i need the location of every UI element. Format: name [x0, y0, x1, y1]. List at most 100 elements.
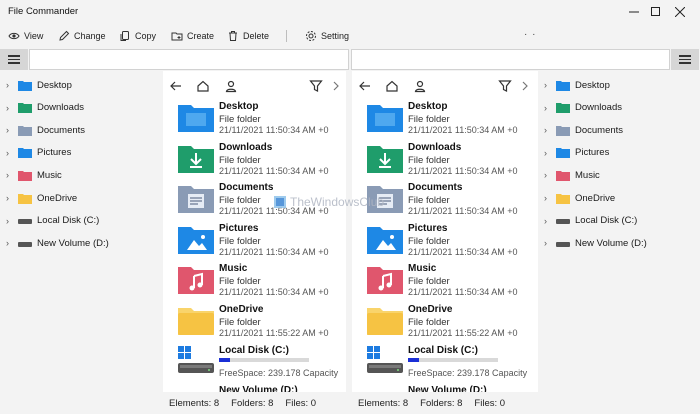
onedrive-folder-icon: [18, 193, 32, 204]
files-count: Files: 0: [285, 397, 317, 409]
item-name: Music: [408, 263, 437, 275]
create-button[interactable]: Create: [171, 27, 214, 45]
chevron-right-icon[interactable]: ›: [544, 125, 556, 135]
back-arrow-icon[interactable]: [169, 79, 183, 93]
item-type: File folder: [219, 276, 261, 288]
item-type: File folder: [408, 154, 450, 166]
gear-icon: [306, 31, 316, 41]
filter-icon[interactable]: [498, 79, 512, 93]
tree-item-music[interactable]: › Music: [6, 165, 62, 185]
tree-item-onedrive[interactable]: › OneDrive: [6, 188, 77, 208]
view-button[interactable]: View: [8, 27, 43, 45]
tree-item-local-disk-c[interactable]: › Local Disk (C:): [544, 211, 637, 231]
item-type: File folder: [408, 195, 450, 207]
list-item[interactable]: OneDrive File folder 21/11/2021 11:55:22 A…: [163, 302, 346, 342]
item-date: 21/11/2021 11:50:34 AM +0: [408, 287, 518, 298]
drive-item[interactable]: Local Disk (C:) FreeSpace: 239.178 Capaci…: [163, 343, 346, 383]
list-item[interactable]: Pictures File folder 21/11/2021 11:50:34 A…: [352, 221, 538, 261]
chevron-right-icon[interactable]: ›: [6, 238, 18, 248]
tree-item-label: Downloads: [37, 102, 84, 114]
view-label: View: [24, 31, 44, 41]
tree-item-music[interactable]: › Music: [544, 165, 600, 185]
chevron-right-icon[interactable]: ›: [6, 148, 18, 158]
chevron-right-icon[interactable]: ›: [6, 125, 18, 135]
chevron-right-icon[interactable]: ›: [544, 238, 556, 248]
chevron-right-icon[interactable]: ›: [6, 193, 18, 203]
chevron-right-icon[interactable]: ›: [544, 170, 556, 180]
item-name: OneDrive: [219, 304, 264, 315]
filter-icon[interactable]: [309, 79, 323, 93]
list-item[interactable]: Documents File folder 21/11/2021 11:50:34 …: [352, 180, 538, 220]
user-icon[interactable]: [224, 79, 238, 93]
chevron-right-icon[interactable]: ›: [544, 193, 556, 203]
tree-item-pictures[interactable]: › Pictures: [6, 143, 71, 163]
list-item[interactable]: Pictures File folder 21/11/2021 11:50:34 A…: [163, 221, 346, 261]
setting-button[interactable]: Setting: [305, 27, 349, 45]
item-type: File folder: [408, 235, 450, 247]
chevron-right-icon[interactable]: ›: [544, 148, 556, 158]
change-label: Change: [74, 31, 106, 41]
chevron-right-icon[interactable]: ›: [6, 103, 18, 113]
list-item[interactable]: Downloads File folder 21/11/2021 11:50:34 …: [352, 140, 538, 180]
chevron-right-icon[interactable]: [331, 79, 341, 93]
music-folder-icon: [18, 170, 32, 181]
tree-item-onedrive[interactable]: › OneDrive: [544, 188, 615, 208]
item-name: OneDrive: [408, 304, 453, 315]
item-date: 21/11/2021 11:50:34 AM +0: [408, 125, 518, 135]
user-icon[interactable]: [413, 79, 427, 93]
tree-item-desktop[interactable]: › Desktop: [544, 75, 610, 95]
files-count: Files: 0: [474, 397, 506, 409]
home-icon[interactable]: [196, 79, 210, 93]
menu-icon: [679, 55, 691, 57]
drive-item[interactable]: Local Disk (C:) FreeSpace: 239.178 Capaci…: [352, 343, 538, 383]
back-arrow-icon[interactable]: [358, 79, 372, 93]
tree-item-documents[interactable]: › Documents: [544, 120, 623, 140]
left-menu-button[interactable]: [0, 49, 28, 70]
list-item[interactable]: Documents File folder 21/11/2021 11:50:34 …: [163, 180, 346, 220]
status-bar: Elements: 8 Folders: 8 Files: 0: [352, 392, 538, 414]
chevron-right-icon[interactable]: ›: [544, 103, 556, 113]
toolbar-divider: [286, 30, 287, 42]
tree-item-desktop[interactable]: › Desktop: [6, 75, 72, 95]
list-item[interactable]: Desktop File folder 21/11/2021 11:50:34 AM…: [352, 99, 538, 139]
right-path-input[interactable]: [351, 49, 670, 70]
change-button[interactable]: Change: [58, 27, 106, 45]
chevron-right-icon[interactable]: ›: [6, 170, 18, 180]
drive-icon: [177, 345, 215, 377]
chevron-right-icon[interactable]: ›: [544, 216, 556, 226]
tree-item-downloads[interactable]: › Downloads: [544, 98, 622, 118]
chevron-right-icon[interactable]: ›: [6, 80, 18, 90]
documents-folder-icon: [366, 183, 404, 214]
item-type: File folder: [408, 317, 450, 328]
drive-icon: [18, 238, 32, 249]
right-menu-button[interactable]: [671, 49, 699, 70]
delete-button[interactable]: Delete: [227, 27, 269, 45]
close-button[interactable]: [660, 0, 700, 24]
tree-item-documents[interactable]: › Documents: [6, 120, 85, 140]
list-item[interactable]: OneDrive File folder 21/11/2021 11:55:22 A…: [352, 302, 538, 342]
left-path-input[interactable]: [29, 49, 349, 70]
downloads-folder-icon: [556, 102, 570, 114]
list-item[interactable]: Desktop File folder 21/11/2021 11:50:34 AM…: [163, 99, 346, 139]
item-name: Pictures: [408, 222, 448, 234]
home-icon[interactable]: [385, 79, 399, 93]
list-item[interactable]: Music File folder 21/11/2021 11:50:34 AM +…: [163, 261, 346, 301]
chevron-right-icon[interactable]: ›: [6, 216, 18, 226]
status-bar: Elements: 8 Folders: 8 Files: 0: [163, 392, 346, 414]
tree-item-pictures[interactable]: › Pictures: [544, 143, 609, 163]
drive-name: Local Disk (C:): [219, 344, 290, 356]
chevron-right-icon[interactable]: ›: [544, 80, 556, 90]
tree-item-downloads[interactable]: › Downloads: [6, 98, 84, 118]
chevron-right-icon[interactable]: [520, 79, 530, 93]
tree-item-new-volume-d[interactable]: › New Volume (D:): [544, 233, 647, 253]
setting-label: Setting: [321, 31, 350, 41]
list-item[interactable]: Downloads File folder 21/11/2021 11:50:34 …: [163, 140, 346, 180]
more-options-button[interactable]: · ·: [524, 29, 536, 40]
left-file-pane: Desktop File folder 21/11/2021 11:50:34 AM…: [163, 71, 346, 414]
copy-button[interactable]: Copy: [119, 27, 156, 45]
copy-icon: [120, 31, 129, 41]
tree-item-local-disk-c[interactable]: › Local Disk (C:): [6, 211, 99, 231]
item-type: File folder: [219, 317, 261, 328]
list-item[interactable]: Music File folder 21/11/2021 11:50:34 AM +…: [352, 261, 538, 301]
tree-item-new-volume-d[interactable]: › New Volume (D:): [6, 233, 109, 253]
